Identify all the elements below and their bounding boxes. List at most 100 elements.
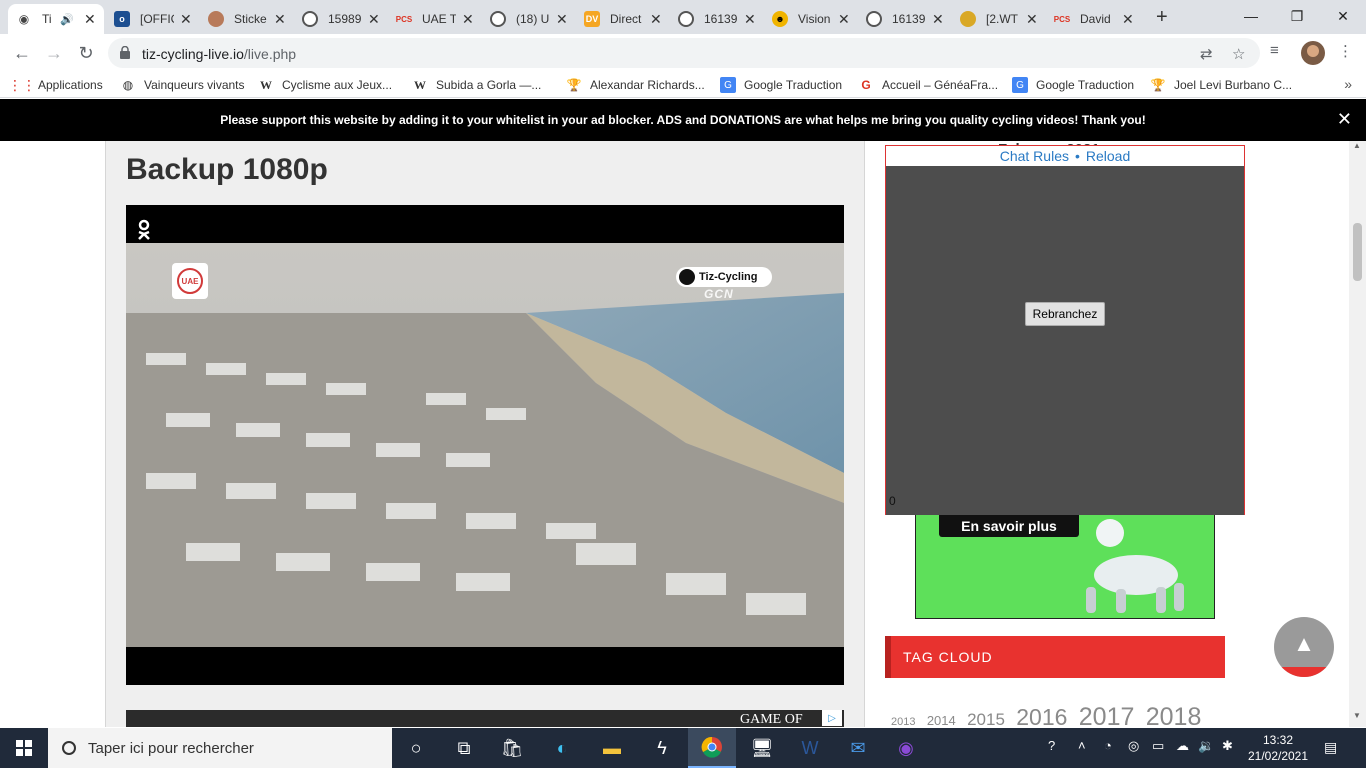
tab-official[interactable]: o [OFFICIAL] ✕ — [106, 4, 200, 34]
chrome-icon[interactable] — [688, 728, 736, 768]
bookmark-joel-levi[interactable]: 🏆 Joel Levi Burbano C... — [1150, 76, 1293, 94]
reload-icon[interactable]: ↻ — [74, 41, 98, 65]
help-icon[interactable]: ? — [1048, 738, 1055, 753]
chevron-double-right-icon[interactable]: » — [1344, 76, 1352, 92]
word-icon[interactable]: W — [786, 728, 834, 768]
tab-strip: ◉ Ti 🔊 ✕ o [OFFICIAL] ✕ Sticke ✕ 15989 ✕… — [0, 0, 1366, 34]
scroll-down-arrow-icon[interactable]: ▼ — [1353, 711, 1361, 720]
bookmark-google-traduction[interactable]: G Google Traduction — [720, 76, 842, 94]
adchoices-icon[interactable]: ▷ — [822, 710, 842, 726]
bookmark-geneafrance[interactable]: G Accueil – GénéaFra... — [858, 76, 998, 94]
volume-icon[interactable]: 🔉 — [1198, 738, 1214, 754]
video-player[interactable]: UAE Tiz-Cycling GCN — [126, 205, 844, 685]
bookmark-google-traduction-2[interactable]: G Google Traduction — [1012, 76, 1134, 94]
scroll-up-arrow-icon[interactable]: ▲ — [1353, 141, 1361, 150]
restore-icon[interactable]: ❐ — [1274, 0, 1320, 32]
close-icon[interactable]: ✕ — [274, 11, 286, 28]
close-icon[interactable]: ✕ — [1122, 11, 1134, 28]
tag-link[interactable]: 2016 — [1016, 704, 1067, 727]
sidebar-ad[interactable]: En savoir plus — [915, 515, 1215, 619]
audio-icon[interactable]: 🔊 — [60, 13, 74, 26]
scrollbar-thumb[interactable] — [1353, 223, 1362, 281]
notification-icon[interactable]: ▤ — [1324, 739, 1337, 756]
tab-16139-b[interactable]: 16139 ✕ — [858, 4, 952, 34]
bookmark-applications[interactable]: ⋮⋮ Applications — [8, 76, 103, 94]
tab-2wt[interactable]: [2.WT ✕ — [952, 4, 1046, 34]
start-button[interactable] — [0, 728, 48, 768]
close-icon[interactable]: ✕ — [1026, 11, 1038, 28]
cloud-icon[interactable]: ☁ — [1176, 738, 1189, 754]
minimize-icon[interactable]: — — [1228, 0, 1274, 32]
tab-uae-tour[interactable]: PCS UAE T ✕ — [388, 4, 482, 34]
close-icon[interactable]: ✕ — [180, 11, 192, 28]
chat-reload-link[interactable]: Reload — [1086, 148, 1130, 164]
tag-link[interactable]: 2013 — [891, 716, 915, 727]
tab-david[interactable]: PCS David ✕ — [1046, 4, 1142, 34]
tab-15989[interactable]: 15989 ✕ — [294, 4, 388, 34]
close-icon[interactable]: ✕ — [838, 11, 850, 28]
chat-rules-link[interactable]: Chat Rules — [1000, 148, 1069, 164]
cortana-icon[interactable]: ○ — [392, 728, 440, 768]
close-icon[interactable]: ✕ — [84, 11, 96, 28]
windows-taskbar: Taper ici pour rechercher ○ ⧉ 🛍 ◐ ▬ ϟ 🖥 … — [0, 728, 1366, 768]
close-icon[interactable]: ✕ — [368, 11, 380, 28]
app-lightning-icon[interactable]: ϟ — [638, 728, 686, 768]
new-tab-button[interactable]: + — [1156, 6, 1168, 29]
desktop-app-icon[interactable]: 🖥 — [738, 728, 786, 768]
close-icon[interactable]: ✕ — [932, 11, 944, 28]
tag-link[interactable]: 2014 — [927, 713, 956, 727]
apps-grid-icon: ⋮⋮ — [8, 76, 36, 93]
reconnect-button[interactable]: Rebranchez — [1025, 302, 1105, 326]
tab-tiz-live[interactable]: ◉ Ti 🔊 ✕ — [8, 4, 104, 34]
profile-avatar[interactable] — [1301, 41, 1325, 65]
bookmark-subida[interactable]: W Subida a Gorla —... — [412, 76, 541, 94]
bookmark-vainqueurs[interactable]: ◍ Vainqueurs vivants — [120, 76, 245, 94]
tag-link[interactable]: 2018 — [1146, 703, 1202, 727]
forward-icon[interactable]: → — [42, 41, 66, 65]
search-placeholder: Taper ici pour rechercher — [88, 739, 254, 757]
menu-icon[interactable]: ⋮ — [1338, 42, 1353, 60]
tab-direct[interactable]: DV Direct ✕ — [576, 4, 670, 34]
camera-icon[interactable]: ◎ — [1128, 738, 1139, 754]
wifi-icon[interactable]: ◔ — [1104, 738, 1112, 753]
chrome-logo-icon — [701, 736, 722, 758]
chevron-up-icon[interactable]: ˄ — [1078, 738, 1086, 753]
tab-18[interactable]: (18) U ✕ — [482, 4, 576, 34]
star-icon[interactable]: ☆ — [1232, 45, 1245, 63]
ad-strip[interactable]: GAME OF ▷ — [126, 710, 844, 727]
close-icon[interactable]: ✕ — [1337, 109, 1352, 130]
close-icon[interactable]: ✕ — [744, 11, 756, 28]
bookmark-alexandar[interactable]: 🏆 Alexandar Richards... — [566, 76, 705, 94]
address-bar[interactable]: tiz-cycling-live.io/live.php ⇄ ☆ — [108, 38, 1260, 68]
tab-sticker[interactable]: Sticke ✕ — [200, 4, 294, 34]
ok-icon[interactable] — [136, 219, 152, 241]
close-icon[interactable]: ✕ — [556, 11, 568, 28]
scroll-to-top-button[interactable]: ▲ — [1274, 617, 1334, 677]
close-icon[interactable]: ✕ — [650, 11, 662, 28]
tag-link[interactable]: 2017 — [1079, 703, 1135, 727]
back-icon[interactable]: ← — [10, 41, 34, 65]
bookmark-cyclisme-jeux[interactable]: W Cyclisme aux Jeux... — [258, 76, 392, 94]
mail-icon[interactable]: ✉ — [834, 728, 882, 768]
podcast-icon[interactable]: ◉ — [882, 728, 930, 768]
system-clock[interactable]: 13:32 21/02/2021 — [1246, 732, 1310, 764]
page-scrollbar[interactable]: ▲ ▼ — [1349, 141, 1366, 727]
edge-icon[interactable]: ◐ — [538, 728, 586, 768]
ok-icon: o — [114, 11, 130, 27]
close-window-icon[interactable]: ✕ — [1320, 0, 1366, 32]
tag-link[interactable]: 2015 — [967, 710, 1005, 727]
media-control-icon[interactable]: ≡ — [1270, 42, 1279, 59]
task-view-icon[interactable]: ⧉ — [440, 728, 488, 768]
tab-16139-a[interactable]: 16139 ✕ — [670, 4, 764, 34]
tab-vision[interactable]: ☻ Vision ✕ — [764, 4, 858, 34]
store-icon[interactable]: 🛍 — [488, 728, 536, 768]
battery-icon[interactable]: ▭ — [1152, 738, 1164, 754]
taskbar-search[interactable]: Taper ici pour rechercher — [48, 728, 392, 768]
tiz-logo-text: Tiz-Cycling — [699, 271, 758, 283]
video-frame[interactable]: UAE Tiz-Cycling GCN — [126, 243, 844, 647]
translate-icon[interactable]: ⇄ — [1200, 45, 1213, 63]
dropbox-icon[interactable]: ✱ — [1222, 738, 1233, 754]
file-explorer-icon[interactable]: ▬ — [588, 728, 636, 768]
tab-title: (18) U — [516, 12, 550, 26]
close-icon[interactable]: ✕ — [462, 11, 474, 28]
